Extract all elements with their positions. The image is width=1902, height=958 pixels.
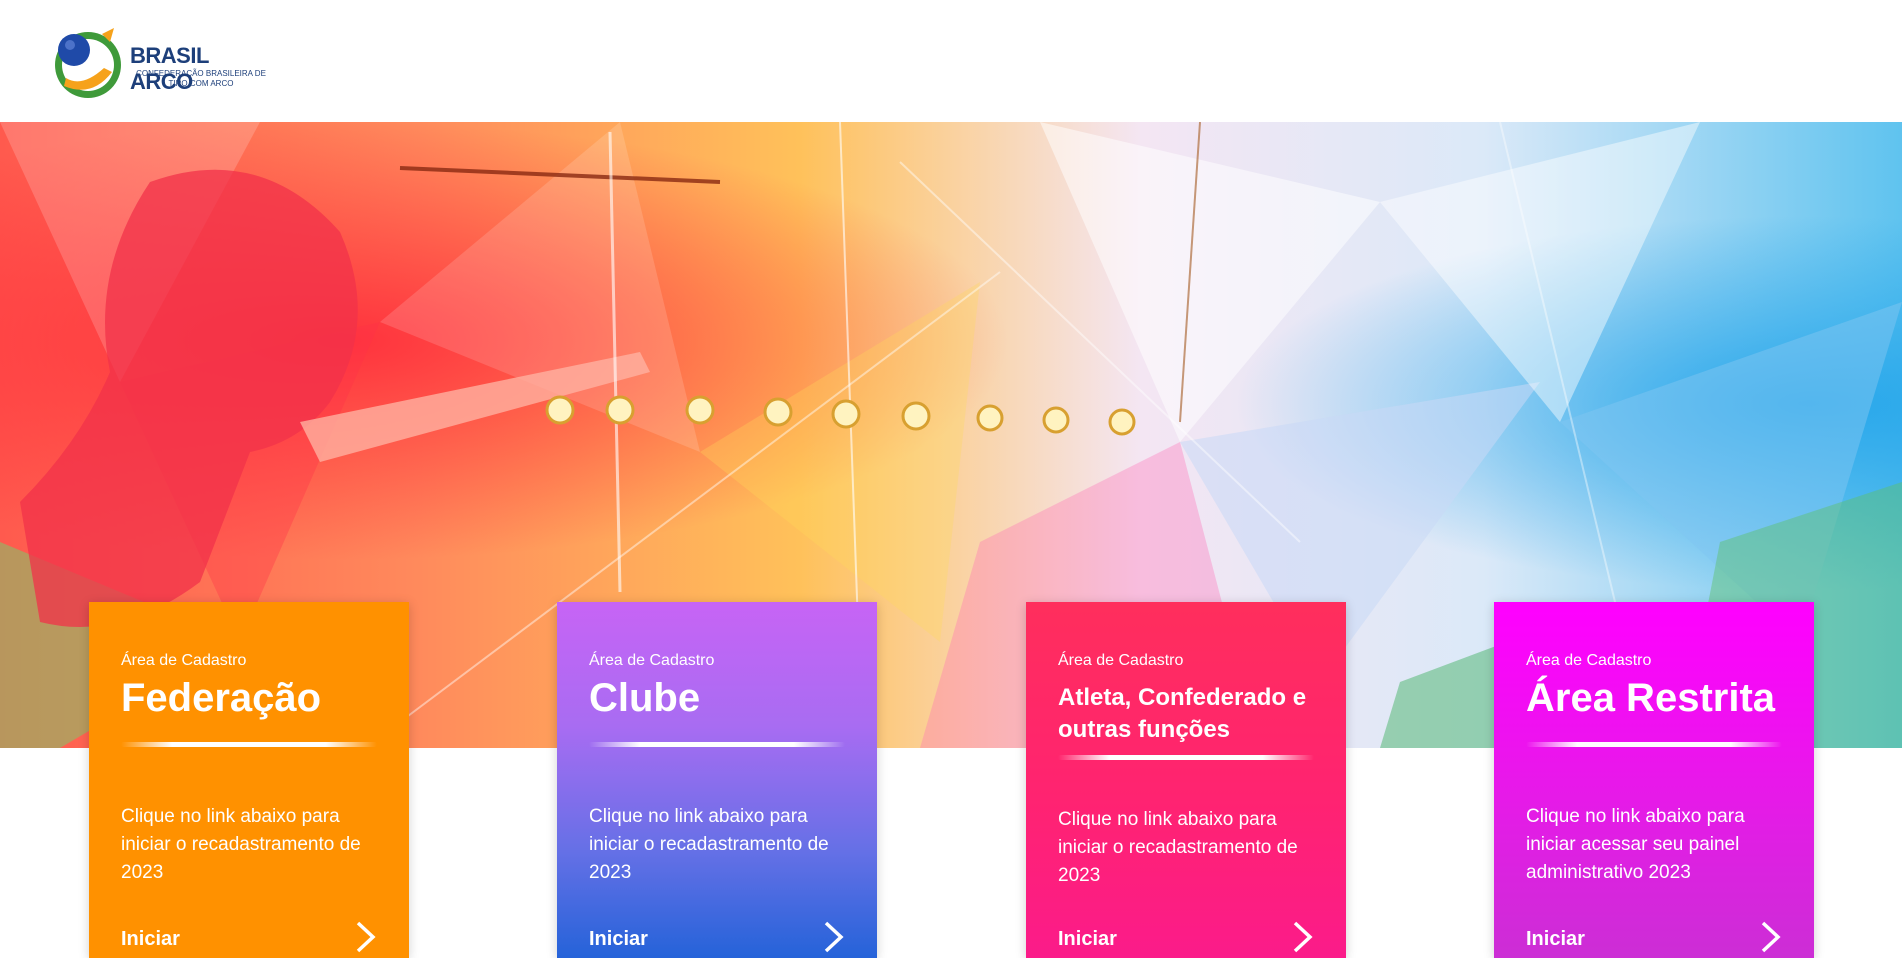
card-atleta: Área de Cadastro Atleta, Confederado e o… xyxy=(1026,602,1346,958)
cta-label: Iniciar xyxy=(1058,928,1117,950)
card-kicker: Área de Cadastro xyxy=(1526,652,1652,669)
cta-label: Iniciar xyxy=(589,928,648,950)
iniciar-atleta-link[interactable]: Iniciar xyxy=(1058,921,1314,958)
card-clube: Área de Cadastro Clube Clique no link ab… xyxy=(557,602,877,958)
card-title: Atleta, Confederado e outras funções xyxy=(1058,684,1307,743)
brand-subtitle: CONFEDERAÇÃO BRASILEIRA DE TIRO COM ARCO xyxy=(136,69,266,88)
card-kicker: Área de Cadastro xyxy=(121,652,247,669)
logo-emblem-icon xyxy=(55,28,121,98)
card-description: Clique no link abaixo para iniciar o rec… xyxy=(589,806,829,883)
card-title: Federação xyxy=(121,676,322,720)
iniciar-area-restrita-link[interactable]: Iniciar xyxy=(1526,921,1782,958)
chevron-right-icon xyxy=(824,921,844,953)
card-description: Clique no link abaixo para iniciar o rec… xyxy=(1058,809,1298,886)
card-title: Área Restrita xyxy=(1526,676,1776,720)
card-kicker: Área de Cadastro xyxy=(1058,652,1184,669)
site-header: BRASIL ARCO CONFEDERAÇÃO BRASILEIRA DE T… xyxy=(0,0,1902,122)
chevron-right-icon xyxy=(1293,921,1313,953)
card-divider xyxy=(1526,742,1782,747)
card-federacao: Área de Cadastro Federação Clique no lin… xyxy=(89,602,409,958)
card-divider xyxy=(589,742,845,747)
card-description: Clique no link abaixo para iniciar acess… xyxy=(1526,806,1745,883)
iniciar-clube-link[interactable]: Iniciar xyxy=(589,921,845,958)
card-kicker: Área de Cadastro xyxy=(589,652,715,669)
chevron-right-icon xyxy=(356,921,376,953)
card-divider xyxy=(121,742,377,747)
card-title: Clube xyxy=(589,676,701,720)
chevron-right-icon xyxy=(1761,921,1781,953)
cta-label: Iniciar xyxy=(1526,928,1585,950)
brand-logo[interactable]: BRASIL ARCO CONFEDERAÇÃO BRASILEIRA DE T… xyxy=(52,28,272,100)
card-area-restrita: Área de Cadastro Área Restrita Clique no… xyxy=(1494,602,1814,958)
card-divider xyxy=(1058,755,1314,760)
card-description: Clique no link abaixo para iniciar o rec… xyxy=(121,806,361,883)
iniciar-federacao-link[interactable]: Iniciar xyxy=(121,921,377,958)
cta-label: Iniciar xyxy=(121,928,180,950)
